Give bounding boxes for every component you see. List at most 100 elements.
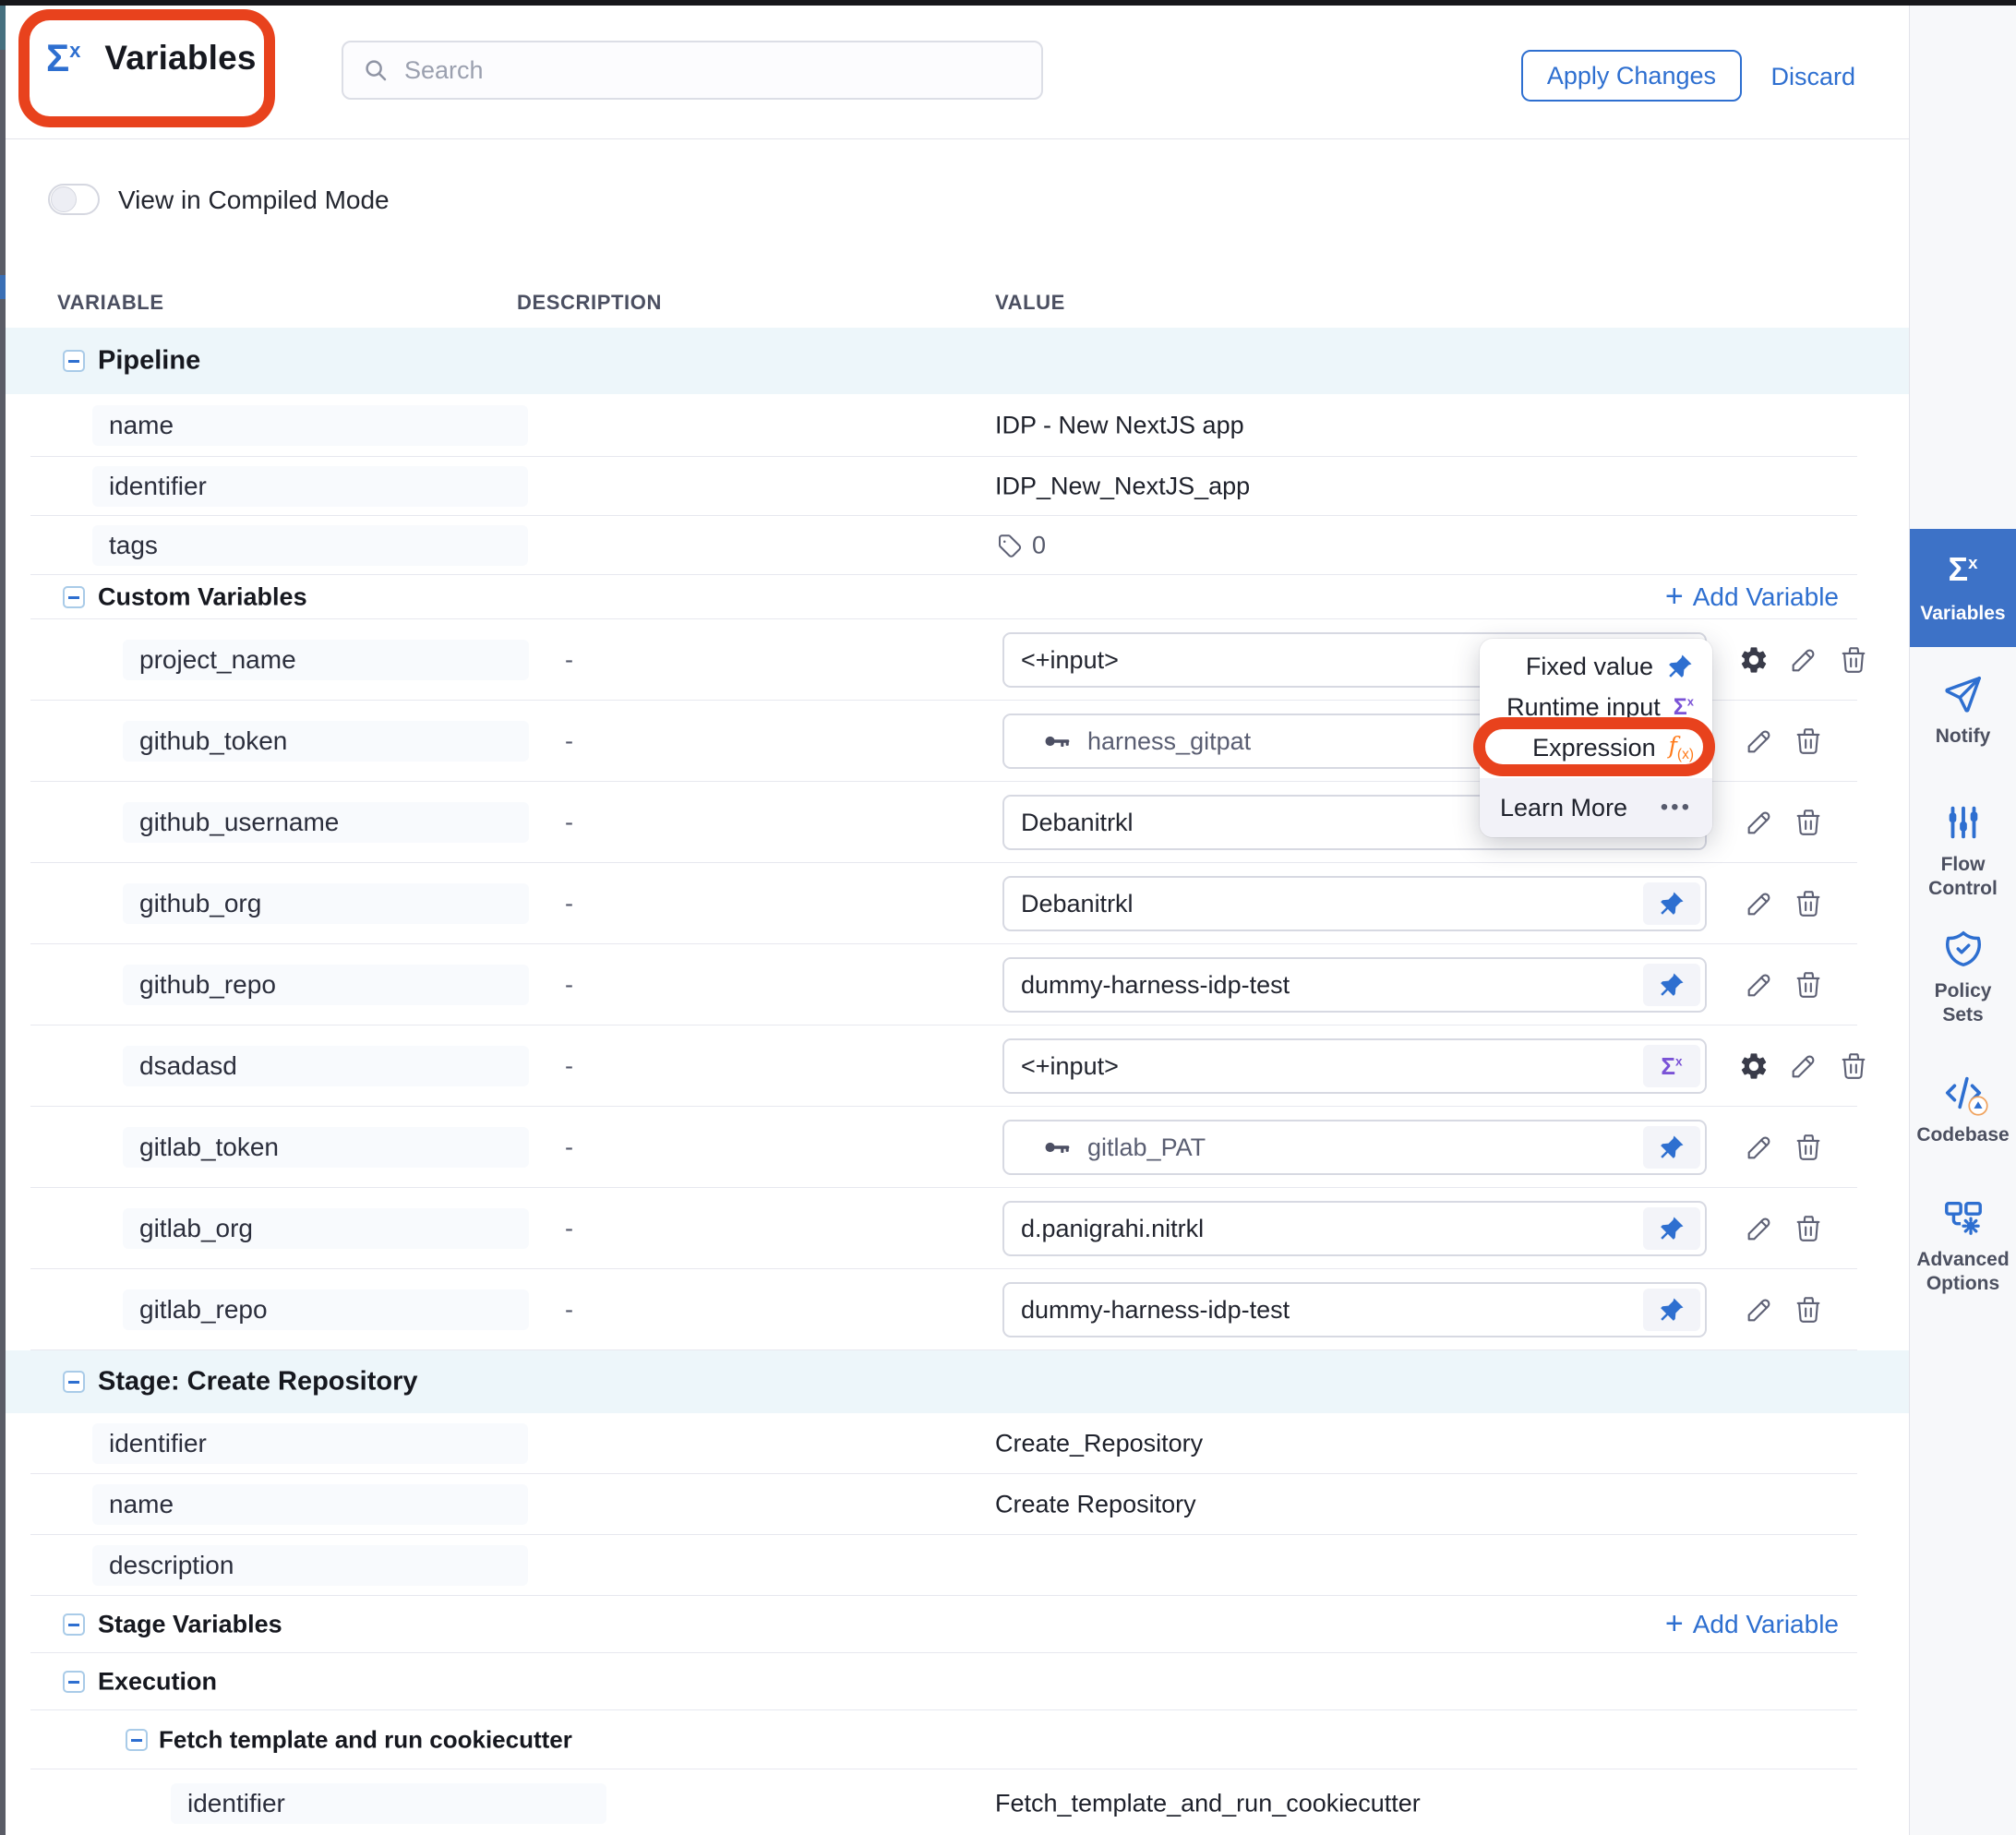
delete-trash-icon[interactable] (1792, 725, 1825, 758)
sidebar-item-flow-control[interactable]: Flow Control (1910, 801, 2016, 901)
table-row: gitlab_repo - dummy-harness-idp-test (6, 1269, 1909, 1350)
right-nav-rail: Σx Variables Notify Flow Control Policy … (1909, 6, 2016, 1835)
variable-name-pill: name (92, 405, 528, 446)
variable-value: IDP_New_NextJS_app (995, 473, 1250, 501)
menu-item-label: Fixed value (1526, 653, 1653, 681)
edit-pencil-icon[interactable] (1743, 1212, 1776, 1245)
section-header-stage-variables: Stage Variables +Add Variable (6, 1596, 1909, 1653)
section-header-pipeline: Pipeline (6, 328, 1909, 394)
variable-name: gitlab_token (139, 1133, 279, 1162)
variable-name-pill: github_token (123, 721, 529, 762)
delete-trash-icon[interactable] (1792, 887, 1825, 920)
section-title: Stage: Create Repository (98, 1367, 418, 1397)
sidebar-item-policy-sets[interactable]: Policy Sets (1910, 928, 2016, 1027)
search-box[interactable] (342, 41, 1043, 100)
variable-name-pill: project_name (123, 640, 529, 680)
variable-description: - (565, 890, 573, 918)
variable-name: gitlab_org (139, 1214, 253, 1243)
secret-value-input[interactable]: gitlab_PAT (1002, 1120, 1707, 1175)
sidebar-item-advanced-options[interactable]: Advanced Options (1910, 1196, 2016, 1296)
edit-pencil-icon[interactable] (1743, 1131, 1776, 1164)
variable-name-pill: identifier (92, 1423, 528, 1464)
variable-name-pill: tags (92, 525, 528, 566)
delete-trash-icon[interactable] (1792, 1131, 1825, 1164)
delete-trash-icon[interactable] (1792, 806, 1825, 839)
value-text: dummy-harness-idp-test (1021, 971, 1290, 1000)
variable-description: - (565, 971, 573, 1000)
value-text: <+input> (1021, 1052, 1119, 1081)
discard-button[interactable]: Discard (1770, 63, 1855, 91)
sidebar-item-notify[interactable]: Notify (1910, 673, 2016, 749)
value-input[interactable]: dummy-harness-idp-test (1002, 1282, 1707, 1337)
delete-trash-icon[interactable] (1792, 1212, 1825, 1245)
variable-name: gitlab_repo (139, 1295, 268, 1325)
edit-pencil-icon[interactable] (1787, 1049, 1820, 1083)
collapse-icon[interactable] (63, 1671, 85, 1693)
sidebar-item-variables[interactable]: Σx Variables (1910, 529, 2016, 647)
collapse-icon[interactable] (63, 1371, 85, 1393)
compiled-mode-toggle[interactable] (48, 184, 100, 215)
key-icon (1041, 1132, 1073, 1163)
delete-trash-icon[interactable] (1792, 968, 1825, 1001)
fixed-value-pin-button[interactable] (1643, 1207, 1700, 1250)
collapse-icon[interactable] (63, 1613, 85, 1636)
runtime-input-button[interactable]: Σx (1643, 1045, 1700, 1087)
menu-item-learn-more[interactable]: Learn More ••• (1480, 778, 1712, 837)
value-text: Debanitrkl (1021, 809, 1134, 837)
fixed-value-pin-button[interactable] (1643, 882, 1700, 925)
variable-name: name (109, 411, 174, 440)
settings-gear-icon[interactable] (1737, 1049, 1770, 1083)
edit-pencil-icon[interactable] (1743, 806, 1776, 839)
edit-pencil-icon[interactable] (1743, 725, 1776, 758)
table-row: tags 0 (6, 516, 1909, 575)
variable-description: - (565, 1215, 573, 1243)
variable-name-pill: gitlab_org (123, 1208, 529, 1249)
delete-trash-icon[interactable] (1837, 1049, 1870, 1083)
variable-name: dsadasd (139, 1051, 237, 1081)
delete-trash-icon[interactable] (1792, 1293, 1825, 1326)
ellipsis-icon: ••• (1661, 795, 1692, 821)
value-input[interactable]: d.panigrahi.nitrkl (1002, 1201, 1707, 1256)
sidebar-item-label: Variables (1916, 602, 2009, 626)
search-icon (362, 56, 390, 84)
variable-name: identifier (109, 472, 207, 501)
delete-trash-icon[interactable] (1837, 643, 1870, 677)
menu-item-fixed-value[interactable]: Fixed value (1480, 646, 1712, 687)
variable-name-pill: description (92, 1545, 528, 1586)
edit-pencil-icon[interactable] (1743, 968, 1776, 1001)
paper-plane-icon (1942, 673, 1985, 715)
search-input[interactable] (402, 55, 1023, 86)
sidebar-item-codebase[interactable]: Codebase (1910, 1072, 2016, 1147)
variables-sigma-icon: Σx (1948, 550, 1977, 589)
value-text: gitlab_PAT (1087, 1133, 1206, 1162)
column-header-variable: VARIABLE (57, 291, 164, 315)
warning-badge-icon (1966, 1094, 1990, 1118)
collapse-icon[interactable] (63, 586, 85, 608)
value-input[interactable]: Debanitrkl (1002, 876, 1707, 931)
compiled-mode-label: View in Compiled Mode (118, 186, 390, 215)
fixed-value-pin-button[interactable] (1643, 1126, 1700, 1169)
table-row: dsadasd - <+input> Σx (6, 1025, 1909, 1107)
add-variable-button[interactable]: +Add Variable (1665, 582, 1839, 612)
sidebar-item-label: Codebase (1913, 1123, 2012, 1147)
table-row: github_org - Debanitrkl (6, 863, 1909, 944)
table-row: identifier IDP_New_NextJS_app (6, 457, 1909, 516)
edit-pencil-icon[interactable] (1787, 643, 1820, 677)
fixed-value-pin-button[interactable] (1643, 1289, 1700, 1331)
collapse-icon[interactable] (63, 350, 85, 372)
value-input[interactable]: <+input> Σx (1002, 1038, 1707, 1094)
variable-name: name (109, 1490, 174, 1519)
collapse-icon[interactable] (126, 1729, 148, 1751)
edit-pencil-icon[interactable] (1743, 887, 1776, 920)
variable-name-pill: gitlab_repo (123, 1289, 529, 1330)
variable-description: - (565, 1296, 573, 1325)
fixed-value-pin-button[interactable] (1643, 964, 1700, 1006)
settings-gear-icon[interactable] (1737, 643, 1770, 677)
section-title: Custom Variables (98, 583, 307, 612)
add-variable-button[interactable]: +Add Variable (1665, 1610, 1839, 1639)
variable-description: - (565, 1052, 573, 1081)
apply-changes-button[interactable]: Apply Changes (1521, 50, 1742, 102)
tag-icon (995, 532, 1023, 559)
edit-pencil-icon[interactable] (1743, 1293, 1776, 1326)
value-input[interactable]: dummy-harness-idp-test (1002, 957, 1707, 1013)
